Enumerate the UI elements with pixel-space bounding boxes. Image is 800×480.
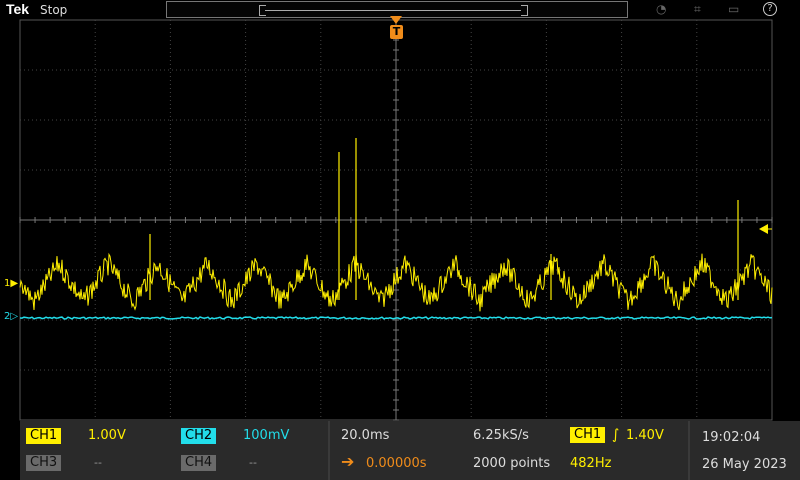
record-length-readout[interactable]: 2000 points	[473, 456, 550, 471]
trigger-position-marker[interactable]	[390, 16, 402, 24]
ch2-scale[interactable]: 100mV	[243, 428, 289, 443]
horizontal-trigger-panel[interactable]: 20.0ms 6.25kS/s ➔ 0.00000s 2000 points C…	[330, 421, 688, 480]
clock-time: 19:02:04	[702, 430, 761, 445]
ch2-badge[interactable]: CH2	[181, 428, 217, 444]
trigger-frequency-readout: 482Hz	[570, 456, 612, 471]
ch4-badge[interactable]: CH4	[181, 455, 217, 471]
readout-bar: CH1 1.00V CH2 100mV CH3 -- CH4 -- 20.0ms…	[20, 421, 800, 480]
ch1-ground-marker[interactable]: 1▶	[4, 278, 18, 289]
trigger-source-badge[interactable]: CH1	[570, 427, 606, 443]
ch3-badge[interactable]: CH3	[26, 455, 62, 471]
sample-rate-readout: 6.25kS/s	[473, 428, 529, 443]
clock-panel: 19:02:04 26 May 2023	[690, 421, 800, 480]
ch2-ground-marker[interactable]: 2▷	[4, 311, 18, 322]
trigger-level-readout[interactable]: 1.40V	[626, 428, 664, 443]
ch3-scale: --	[94, 456, 102, 469]
waveform-display[interactable]	[0, 0, 800, 421]
ch1-scale[interactable]: 1.00V	[88, 428, 126, 443]
rising-edge-icon: ∫	[612, 427, 620, 443]
ch4-scale: --	[249, 456, 257, 469]
channel-panel: CH1 1.00V CH2 100mV CH3 -- CH4 --	[20, 421, 328, 480]
timebase-readout[interactable]: 20.0ms	[341, 428, 389, 443]
delay-arrow-icon: ➔	[341, 452, 355, 471]
ch1-badge[interactable]: CH1	[26, 428, 62, 444]
clock-date: 26 May 2023	[702, 457, 787, 472]
delay-readout[interactable]: 0.00000s	[366, 456, 427, 471]
trigger-icon[interactable]: T	[390, 25, 403, 39]
